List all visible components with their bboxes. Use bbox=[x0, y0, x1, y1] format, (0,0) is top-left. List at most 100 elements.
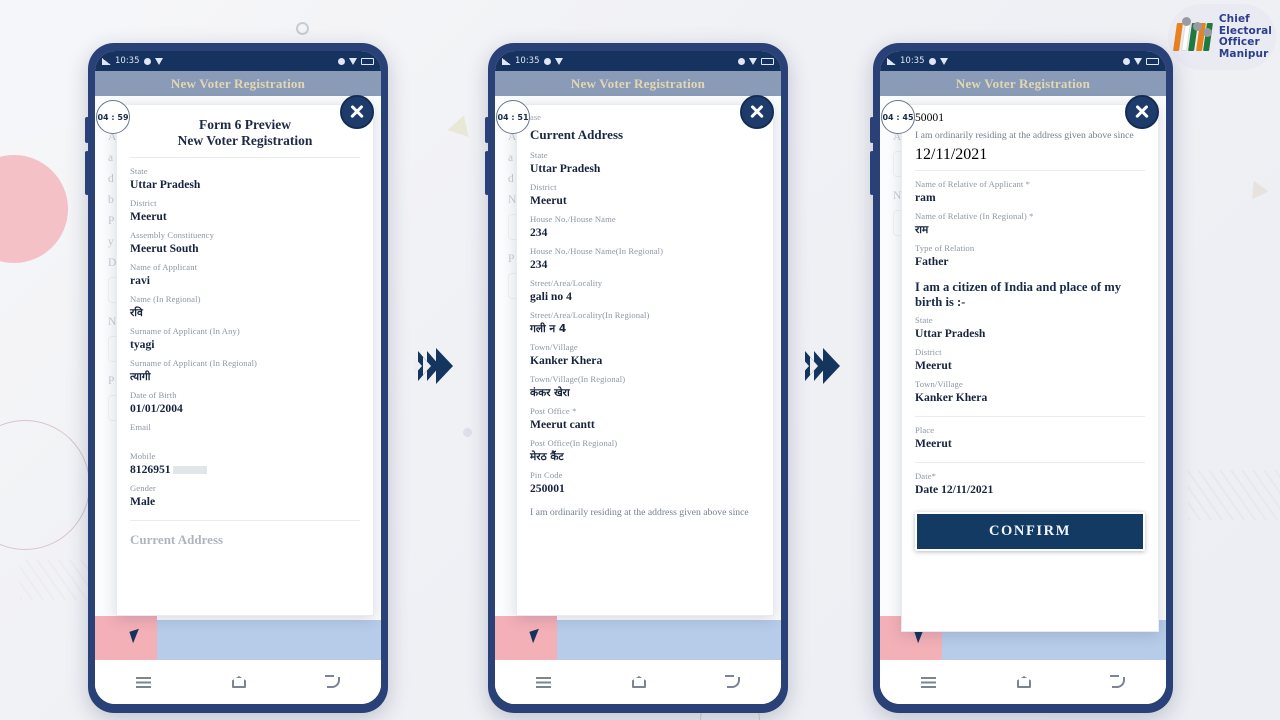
wifi-icon bbox=[349, 57, 357, 65]
field-value: 234 bbox=[530, 258, 548, 271]
back-icon[interactable] bbox=[1110, 674, 1126, 688]
declaration-residing: I am ordinarily residing at the address … bbox=[915, 130, 1134, 141]
field-value: Meerut bbox=[530, 194, 567, 207]
field-street-locality: Street/Area/Locality gali no 4 bbox=[530, 277, 760, 309]
field-label: Date of Birth bbox=[130, 390, 177, 400]
field-relative-name-regional: Name of Relative (In Regional) * राम bbox=[915, 210, 1145, 242]
residing-since-date: 12/11/2021 bbox=[915, 146, 988, 163]
cloud-icon bbox=[338, 57, 345, 65]
signal-icon bbox=[502, 57, 511, 65]
field-label: District bbox=[130, 198, 157, 208]
field-label: Type of Relation bbox=[915, 243, 975, 253]
battery-icon bbox=[1146, 57, 1159, 65]
back-icon[interactable] bbox=[725, 674, 741, 688]
decorative-hatch-lines bbox=[20, 560, 90, 600]
field-value: राम bbox=[915, 224, 929, 236]
slide-canvas: Chief Electoral Officer Manipur 10:35 Ne… bbox=[0, 0, 1280, 720]
decorative-dot bbox=[463, 428, 472, 437]
notification-icon bbox=[143, 57, 151, 65]
scrolled-partial-pincode: 50001 bbox=[915, 111, 944, 124]
close-icon bbox=[1134, 104, 1150, 120]
field-value: ram bbox=[915, 191, 936, 204]
scrolled-partial-label: ase bbox=[530, 112, 541, 122]
field-birth-town-village: Town/Village Kanker Khera bbox=[915, 378, 1145, 410]
bottom-pink-block bbox=[95, 616, 157, 660]
field-district: District Meerut bbox=[130, 197, 360, 229]
decorative-triangle bbox=[447, 112, 475, 137]
field-place: Place Meerut bbox=[915, 424, 1145, 456]
field-name-of-applicant: Name of Applicant ravi bbox=[130, 261, 360, 293]
close-icon bbox=[749, 104, 765, 120]
brand-line-4: Manipur bbox=[1218, 47, 1269, 60]
field-label: State bbox=[530, 150, 548, 160]
home-icon[interactable] bbox=[231, 676, 246, 688]
field-value: Meerut bbox=[915, 437, 952, 450]
field-name-regional: Name (In Regional) रवि bbox=[130, 293, 360, 325]
field-birth-district: District Meerut bbox=[915, 346, 1145, 378]
dialog-title-line1: Form 6 Preview bbox=[199, 117, 291, 132]
field-label: State bbox=[915, 315, 933, 325]
menu-icon[interactable] bbox=[920, 676, 936, 688]
flow-arrow-1 bbox=[414, 348, 453, 384]
field-value: Meerut cantt bbox=[530, 418, 595, 431]
field-house-no: House No./House Name 234 bbox=[530, 213, 760, 245]
session-timer-badge-2: 04 : 51 bbox=[496, 100, 530, 134]
field-post-office: Post Office * Meerut cantt bbox=[530, 405, 760, 437]
webcam-ring-icon bbox=[296, 22, 309, 35]
confirm-button[interactable]: CONFIRM bbox=[915, 512, 1145, 551]
phone-mockup-1: 10:35 New Voter Registration G bbox=[85, 43, 388, 713]
field-value: Date 12/11/2021 bbox=[915, 483, 994, 496]
app-bar-title: New Voter Registration bbox=[570, 75, 706, 91]
field-value: Father bbox=[915, 255, 949, 268]
field-label: Name of Relative (In Regional) * bbox=[915, 211, 1034, 221]
field-district: District Meerut bbox=[530, 181, 760, 213]
android-status-bar: 10:35 bbox=[495, 51, 781, 71]
tricolor-voters-icon bbox=[1172, 17, 1213, 57]
field-value: त्यागी bbox=[130, 371, 151, 383]
field-label: Gender bbox=[130, 483, 156, 493]
decorative-pink-circle bbox=[0, 155, 68, 263]
cloud-icon bbox=[1123, 57, 1130, 65]
field-surname-any: Surname of Applicant (In Any) tyagi bbox=[130, 325, 360, 357]
field-label: Town/Village bbox=[530, 342, 578, 352]
notification-icon bbox=[939, 57, 948, 65]
field-label: Date* bbox=[915, 471, 937, 481]
field-label: Town/Village(In Regional) bbox=[530, 374, 626, 384]
menu-icon[interactable] bbox=[135, 676, 151, 688]
brand-logo-text: Chief Electoral Officer Manipur bbox=[1218, 13, 1272, 60]
field-label: District bbox=[915, 347, 942, 357]
field-post-office-regional: Post Office(In Regional) मेरठ कैंट bbox=[530, 437, 760, 469]
close-dialog-button-1[interactable] bbox=[340, 95, 374, 129]
home-icon[interactable] bbox=[1016, 676, 1031, 688]
next-section-heading: Current Address bbox=[130, 532, 224, 547]
close-dialog-button-3[interactable] bbox=[1125, 95, 1159, 129]
close-dialog-button-2[interactable] bbox=[740, 95, 774, 129]
notification-icon bbox=[928, 57, 936, 65]
close-icon bbox=[349, 104, 365, 120]
field-date-of-birth: Date of Birth 01/01/2004 bbox=[130, 389, 360, 421]
field-email: Email bbox=[130, 421, 360, 450]
field-assembly-constituency: Assembly Constituency Meerut South bbox=[130, 229, 360, 261]
menu-icon[interactable] bbox=[535, 676, 551, 688]
field-label: Name of Relative of Applicant * bbox=[915, 179, 1031, 189]
field-state: State Uttar Pradesh bbox=[130, 165, 360, 197]
field-label: Place bbox=[915, 425, 935, 435]
field-pin-code: Pin Code 250001 bbox=[530, 469, 760, 501]
notification-icon bbox=[543, 57, 551, 65]
app-bar-2: New Voter Registration bbox=[495, 71, 781, 96]
cloud-icon bbox=[738, 57, 745, 65]
field-mobile: Mobile 8126951 bbox=[130, 450, 360, 482]
field-value: gali no 4 bbox=[530, 290, 572, 303]
field-label: Name of Applicant bbox=[130, 262, 198, 272]
field-value: ravi bbox=[130, 274, 150, 287]
battery-icon bbox=[761, 57, 774, 65]
home-icon[interactable] bbox=[631, 676, 646, 688]
status-bar-time: 10:35 bbox=[515, 56, 540, 66]
back-icon[interactable] bbox=[325, 674, 341, 688]
status-bar-time: 10:35 bbox=[900, 56, 925, 66]
field-label: Post Office * bbox=[530, 406, 577, 416]
dialog-title: Form 6 Preview New Voter Registration bbox=[130, 111, 360, 158]
field-label: Pin Code bbox=[530, 470, 563, 480]
field-label: Name (In Regional) bbox=[130, 294, 201, 304]
field-value: मेरठ कैंट bbox=[530, 451, 564, 463]
